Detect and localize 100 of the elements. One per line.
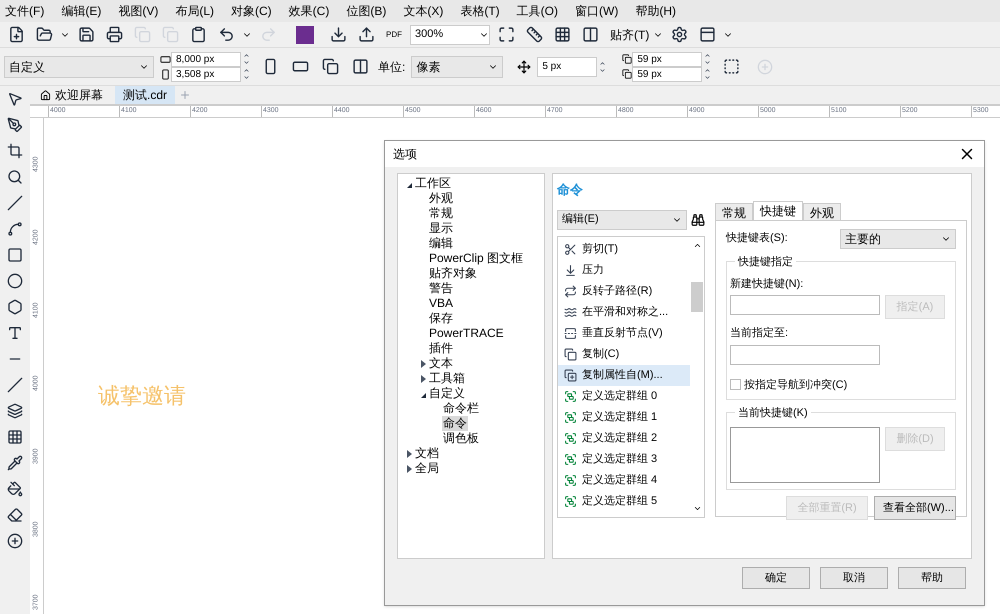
- tree-item[interactable]: 警告: [428, 281, 454, 296]
- document-tab[interactable]: 测试.cdr: [115, 86, 176, 104]
- tab[interactable]: 常规: [715, 202, 753, 220]
- expanded-triangle-icon[interactable]: [406, 183, 412, 188]
- tree-item[interactable]: 命令栏: [442, 401, 480, 416]
- panel-title: 命令: [557, 181, 584, 199]
- tree-item[interactable]: PowerClip 图文框: [428, 251, 524, 266]
- checkbox-label: 按指定导航到冲突(C): [744, 378, 848, 392]
- tree-item[interactable]: 自定义: [428, 386, 466, 401]
- menu-item[interactable]: 效果(C): [288, 2, 330, 20]
- menu-item[interactable]: 窗口(W): [575, 2, 618, 20]
- group-title: 当前快捷键(K): [735, 405, 811, 422]
- menu-item[interactable]: 布局(L): [175, 2, 214, 20]
- current-shortcuts-list[interactable]: [730, 427, 880, 483]
- tree-item[interactable]: 外观: [428, 191, 454, 206]
- menu-item[interactable]: 帮助(H): [635, 2, 676, 20]
- width-field[interactable]: 8,000 px: [171, 52, 241, 66]
- tab[interactable]: 外观: [803, 202, 841, 220]
- command-item[interactable]: 剪切(T): [558, 238, 690, 260]
- collapsed-triangle-icon[interactable]: [406, 450, 412, 458]
- command-item[interactable]: 定义选定群组 2: [558, 428, 690, 448]
- home-icon: [40, 90, 51, 100]
- app-launcher-icon[interactable]: [296, 26, 314, 44]
- collapsed-triangle-icon[interactable]: [420, 360, 426, 368]
- duplicate-x-icon: [622, 54, 632, 64]
- tree-item[interactable]: 工作区: [414, 176, 452, 191]
- command-item[interactable]: 定义选定群组 3: [558, 448, 690, 470]
- command-icon: [564, 326, 577, 340]
- collapsed-triangle-icon[interactable]: [406, 464, 412, 472]
- command-icon: [564, 284, 577, 298]
- width-icon: [160, 54, 171, 64]
- nudge-field[interactable]: 5 px: [537, 56, 598, 76]
- dialog-button[interactable]: 取消: [820, 567, 888, 589]
- tree-item[interactable]: 保存: [428, 311, 454, 326]
- menu-item[interactable]: 视图(V): [118, 2, 158, 20]
- zoom-dropdown[interactable]: 300%: [410, 24, 490, 44]
- duplicate-x-field[interactable]: 59 px: [632, 52, 702, 66]
- binoculars-icon[interactable]: [691, 212, 705, 226]
- collapsed-triangle-icon[interactable]: [420, 374, 426, 382]
- document-tab[interactable]: 欢迎屏幕: [32, 86, 111, 104]
- command-item[interactable]: 垂直反射节点(V): [558, 322, 690, 344]
- command-icon: [564, 264, 577, 276]
- tree-item[interactable]: 常规: [428, 206, 454, 221]
- tree-item[interactable]: 文档: [414, 446, 440, 461]
- command-item[interactable]: 定义选定群组 1: [558, 406, 690, 428]
- command-item[interactable]: 定义选定群组 5: [558, 490, 690, 512]
- menu-item[interactable]: 位图(B): [346, 2, 386, 20]
- canvas-text: 诚挚邀请: [98, 382, 186, 410]
- dialog-button[interactable]: 帮助: [898, 567, 966, 589]
- command-item[interactable]: 定义选定群组 0: [558, 386, 690, 406]
- command-icon: [564, 494, 577, 508]
- command-icon: [564, 390, 577, 402]
- field-label: 当前指定至:: [730, 326, 790, 341]
- tree-item[interactable]: 编辑: [428, 236, 454, 251]
- command-item[interactable]: 压力: [558, 260, 690, 280]
- scroll-thumb[interactable]: [691, 282, 703, 312]
- command-item[interactable]: 在平滑和对称之...: [558, 302, 690, 322]
- height-field[interactable]: 3,508 px: [171, 66, 241, 82]
- shortcut-table-dropdown[interactable]: 主要的: [840, 228, 956, 248]
- dialog-button[interactable]: 确定: [742, 567, 810, 589]
- tab[interactable]: 快捷键: [753, 200, 803, 220]
- command-icon: [564, 348, 577, 360]
- menu-item[interactable]: 对象(C): [231, 2, 272, 20]
- tree-item[interactable]: 插件: [428, 341, 454, 356]
- command-icon: [564, 452, 577, 466]
- tree-item[interactable]: VBA: [428, 296, 454, 311]
- tree-item[interactable]: 调色板: [442, 431, 480, 446]
- new-shortcut-field[interactable]: [730, 295, 880, 315]
- expanded-triangle-icon[interactable]: [420, 393, 426, 398]
- duplicate-y-field[interactable]: 59 px: [632, 66, 702, 82]
- command-item[interactable]: 复制(C): [558, 344, 690, 364]
- menu-item[interactable]: 文件(F): [5, 2, 44, 20]
- checkbox[interactable]: [730, 379, 741, 390]
- unit-label: 单位:: [378, 58, 406, 76]
- field-label: 新建快捷键(N):: [730, 276, 804, 292]
- tree-item[interactable]: 全局: [414, 461, 440, 476]
- dialog-button[interactable]: 查看全部(W)...: [874, 496, 956, 520]
- snap-dropdown[interactable]: 贴齐(T): [610, 26, 664, 44]
- tree-item[interactable]: 工具箱: [428, 371, 466, 386]
- menu-item[interactable]: 表格(T): [460, 2, 500, 20]
- menu-item[interactable]: 文本(X): [403, 2, 444, 20]
- command-item[interactable]: 复制属性自(M)...: [558, 364, 690, 386]
- nudge-icon: [517, 60, 532, 74]
- menu-item[interactable]: 工具(O): [516, 2, 558, 20]
- pdf-button[interactable]: PDF: [382, 30, 406, 39]
- tree-item[interactable]: 文本: [428, 356, 454, 371]
- unit-dropdown[interactable]: 像素: [411, 56, 504, 78]
- tree-item[interactable]: PowerTRACE: [428, 326, 505, 341]
- field-label: 快捷键表(S):: [726, 231, 788, 246]
- tree-item[interactable]: 命令: [442, 416, 468, 431]
- page-preset-dropdown[interactable]: 自定义: [4, 56, 154, 78]
- tree-item[interactable]: 显示: [428, 221, 454, 236]
- command-item[interactable]: 反转子路径(R): [558, 280, 690, 302]
- height-icon: [160, 68, 171, 80]
- command-item[interactable]: 定义选定群组 4: [558, 470, 690, 490]
- menu-item[interactable]: 编辑(E): [61, 2, 102, 20]
- duplicate-y-icon: [622, 69, 632, 79]
- tree-item[interactable]: 贴齐对象: [428, 266, 478, 281]
- category-dropdown[interactable]: 编辑(E): [557, 210, 687, 230]
- current-assigned-field[interactable]: [730, 344, 880, 364]
